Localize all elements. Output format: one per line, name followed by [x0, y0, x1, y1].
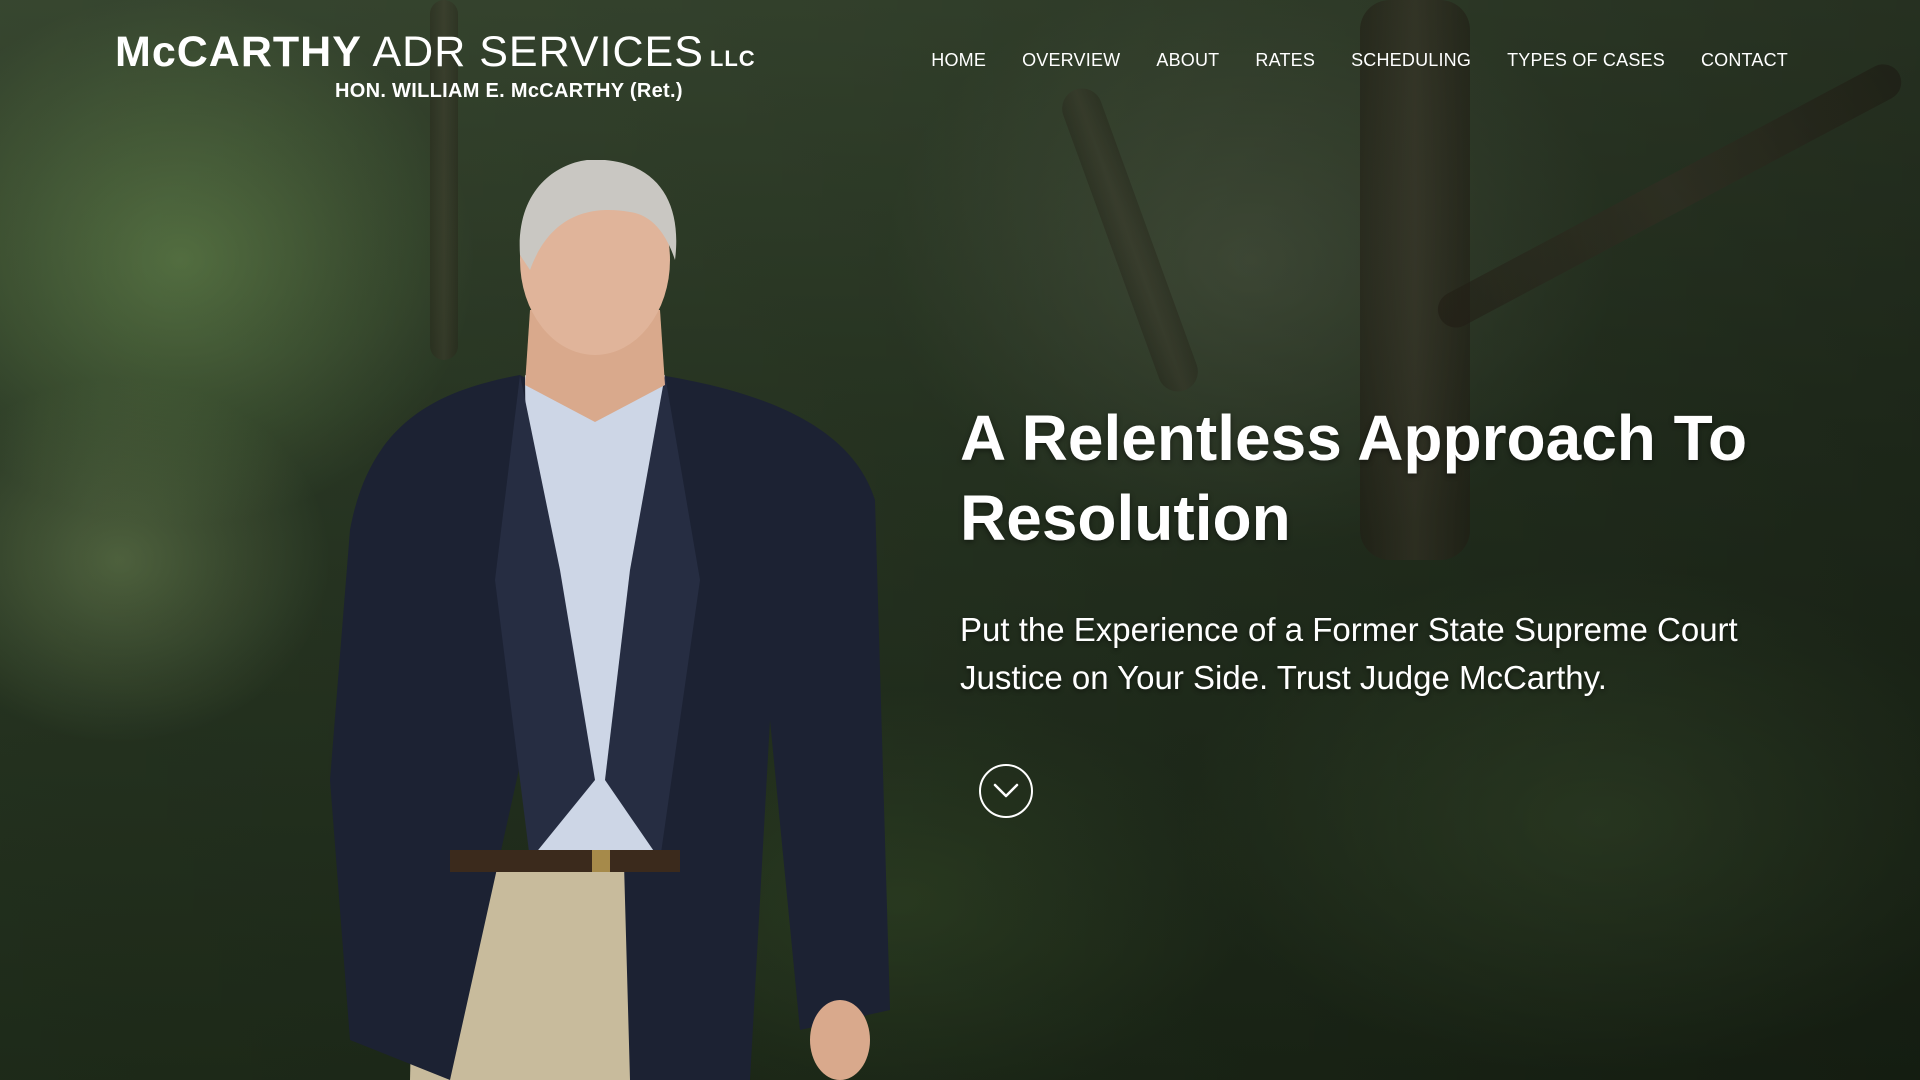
nav-item-about[interactable]: ABOUT: [1156, 50, 1219, 71]
nav-item-rates[interactable]: RATES: [1255, 50, 1315, 71]
logo-wordmark: McCARTHY ADR SERVICES LLC: [115, 28, 756, 83]
logo-suffix: LLC: [709, 46, 756, 71]
nav-item-scheduling[interactable]: SCHEDULING: [1351, 50, 1471, 71]
scroll-down-button[interactable]: [979, 764, 1033, 818]
nav-item-types-of-cases[interactable]: TYPES OF CASES: [1507, 50, 1665, 71]
logo-name-bold: McCARTHY: [115, 28, 362, 76]
portrait-photo: [330, 160, 890, 1080]
site-logo[interactable]: McCARTHY ADR SERVICES LLC HON. WILLIAM E.…: [115, 28, 756, 102]
nav-item-contact[interactable]: CONTACT: [1701, 50, 1788, 71]
main-nav: HOME OVERVIEW ABOUT RATES SCHEDULING TYP…: [931, 50, 1788, 71]
hero-subheadline: Put the Experience of a Former State Sup…: [960, 611, 1738, 696]
hero-headline: A Relentless Approach To Resolution: [960, 402, 1748, 554]
logo-subtitle: HON. WILLIAM E. McCARTHY (Ret.): [335, 80, 683, 102]
logo-name-light: ADR SERVICES: [372, 28, 704, 76]
nav-item-home[interactable]: HOME: [931, 50, 986, 71]
nav-item-overview[interactable]: OVERVIEW: [1022, 50, 1120, 71]
hero-section: McCARTHY ADR SERVICES LLC HON. WILLIAM E.…: [0, 0, 1920, 1080]
chevron-down-icon: [993, 783, 1019, 798]
